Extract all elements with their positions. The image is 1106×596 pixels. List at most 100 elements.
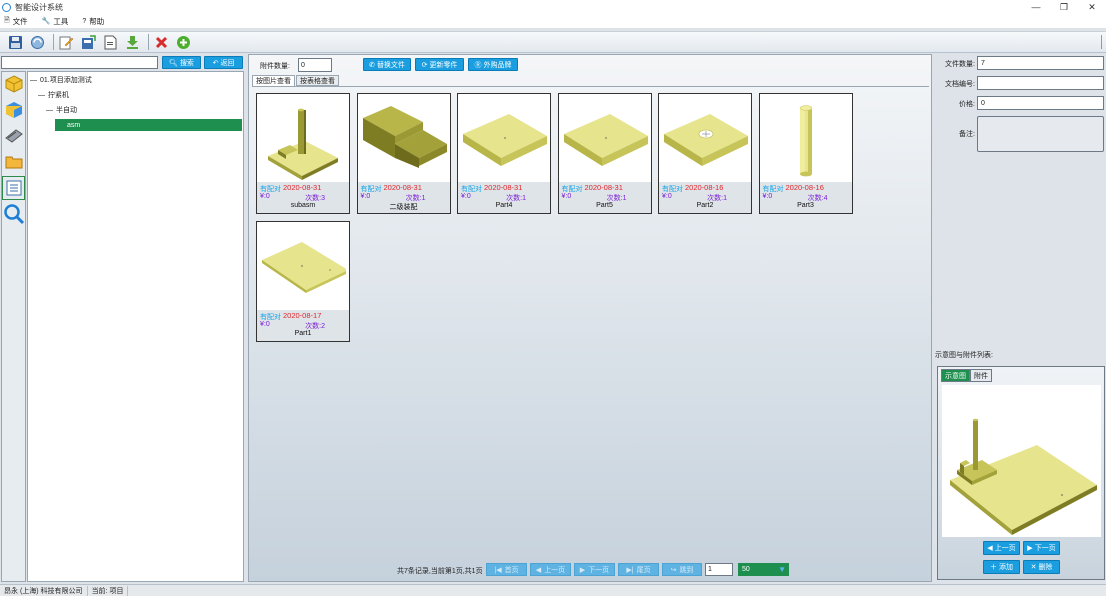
note-textarea[interactable] bbox=[977, 116, 1104, 152]
first-page-button[interactable]: |◀ 首页 bbox=[486, 563, 527, 576]
part-card[interactable]: 有配对 2020-08-31 ¥:0 次数:3 subasm bbox=[256, 93, 350, 214]
side-nav-folders[interactable] bbox=[2, 150, 25, 174]
last-page-icon: ▶| bbox=[626, 566, 634, 574]
toolbar-separator bbox=[148, 34, 149, 50]
part-name: Part4 bbox=[495, 202, 513, 209]
tree-connector: — bbox=[46, 106, 53, 114]
side-nav-list[interactable] bbox=[2, 176, 25, 200]
project-tree[interactable]: — 01.项目添加测试 — 拧紧机 — 半自动 asm bbox=[27, 71, 244, 582]
prev-page-label: 上一页 bbox=[544, 566, 566, 574]
preview-box: 示意图 附件 ◀ 上一页 ▶ 下一页 ＋添加 ✕ 删除 bbox=[937, 366, 1105, 580]
pager-info: 共7条记录,当前第1页,共1页 bbox=[397, 568, 483, 575]
close-icon: ✕ bbox=[1030, 564, 1037, 571]
delete-attachment-button[interactable]: ✕ 删除 bbox=[1023, 560, 1060, 574]
save-button[interactable] bbox=[6, 33, 24, 51]
last-page-button[interactable]: ▶| 尾页 bbox=[618, 563, 659, 576]
add-button[interactable] bbox=[174, 33, 192, 51]
goto-page-button[interactable]: ↪ 跳到 bbox=[662, 563, 702, 576]
tree-node-tightening-machine[interactable]: — 拧紧机 bbox=[38, 89, 69, 101]
side-nav-profiles[interactable] bbox=[2, 124, 25, 148]
part-meta: 有配对 2020-08-31 ¥:0 次数:1 Part5 bbox=[558, 182, 651, 213]
assembly-icon bbox=[5, 102, 22, 118]
preview-title: 示意图与附件列表: bbox=[935, 352, 993, 359]
part-thumbnail bbox=[260, 96, 346, 182]
part-card[interactable]: 有配对 2020-08-16 ¥:0 次数:1 Part2 bbox=[658, 93, 752, 214]
add-attachment-button[interactable]: ＋添加 bbox=[983, 560, 1020, 574]
part-meta: 有配对 2020-08-31 ¥:0 次数:1 Part4 bbox=[458, 182, 550, 213]
part-card[interactable]: 有配对 2020-08-17 ¥:0 次数:2 Part1 bbox=[256, 221, 350, 342]
search-button[interactable]: 🔍︎ 搜索 bbox=[162, 56, 201, 69]
side-nav-assembly[interactable] bbox=[2, 98, 25, 122]
file-count-label: 文件数量: bbox=[945, 61, 975, 68]
part-price: ¥:0 bbox=[561, 193, 572, 200]
next-page-button[interactable]: ▶ 下一页 bbox=[574, 563, 615, 576]
tab-attachments[interactable]: 附件 bbox=[970, 369, 992, 382]
page-number-input[interactable]: 1 bbox=[705, 563, 733, 576]
menu-bar: 🗎 文件 🔧 工具 ? 帮助 bbox=[0, 14, 1106, 28]
tree-node-asm[interactable]: asm bbox=[55, 119, 242, 131]
edit-icon bbox=[59, 36, 73, 49]
part-date: 2020-08-16 bbox=[785, 183, 824, 192]
back-button[interactable]: ↶ 返回 bbox=[204, 56, 243, 69]
price-label: 价格: bbox=[959, 101, 975, 108]
left-panel: 🔍︎ 搜索 ↶ 返回 — 01.项目添加测试 — 拧紧机 — 半自动 asm bbox=[0, 54, 245, 582]
menu-tools[interactable]: 🔧 工具 bbox=[42, 16, 69, 27]
part-name: Part2 bbox=[696, 202, 714, 209]
delete-button[interactable] bbox=[152, 33, 170, 51]
export-button[interactable] bbox=[79, 33, 97, 51]
file-no-input[interactable] bbox=[977, 76, 1104, 90]
file-count-input[interactable]: 7 bbox=[977, 56, 1104, 70]
part-card[interactable]: 有配对 2020-08-16 ¥:0 次数:4 Part3 bbox=[758, 93, 853, 214]
download-button[interactable] bbox=[123, 33, 141, 51]
tab-image-view[interactable]: 按图片查看 bbox=[252, 75, 295, 86]
refresh-button[interactable] bbox=[28, 33, 46, 51]
part-card[interactable]: 有配对 2020-08-31 ¥:0 次数:1 Part5 bbox=[557, 93, 652, 214]
part-thumbnail bbox=[562, 96, 648, 182]
part-card[interactable]: 有配对 2020-08-31 ¥:0 次数:1 Part4 bbox=[457, 93, 551, 214]
update-part-button[interactable]: ⟳ 更新零件 bbox=[415, 58, 464, 71]
folder-icon bbox=[5, 156, 22, 169]
side-nav-parts[interactable] bbox=[2, 72, 25, 96]
side-nav bbox=[1, 71, 26, 582]
price-input[interactable]: 0 bbox=[977, 96, 1104, 110]
edit-button[interactable] bbox=[57, 33, 75, 51]
menu-file-label: 文件 bbox=[12, 16, 28, 26]
file-no-label: 文档编号: bbox=[945, 81, 975, 88]
new-file-button[interactable] bbox=[101, 33, 119, 51]
tab-schematic[interactable]: 示意图 bbox=[941, 369, 970, 382]
part-date: 2020-08-17 bbox=[283, 311, 322, 320]
toolbar-grip bbox=[1101, 35, 1104, 49]
status-company: 昂永 (上海) 科技有限公司 bbox=[0, 585, 88, 596]
purchase-brand-button[interactable]: Ⓡ 外购品牌 bbox=[468, 58, 518, 71]
tree-connector: — bbox=[30, 76, 37, 84]
help-icon: ? bbox=[82, 17, 87, 25]
preview-prev-button[interactable]: ◀ 上一页 bbox=[983, 541, 1020, 555]
next-page-label: 下一页 bbox=[588, 566, 610, 574]
first-page-icon: |◀ bbox=[494, 566, 502, 574]
part-meta: 有配对 2020-08-31 ¥:0 次数:1 二级装配 bbox=[357, 182, 450, 213]
attachment-count-input[interactable]: 0 bbox=[298, 58, 332, 72]
menu-file[interactable]: 🗎 文件 bbox=[4, 16, 28, 27]
part-date: 2020-08-31 bbox=[584, 183, 623, 192]
minimize-button[interactable]: — bbox=[1022, 0, 1050, 14]
search-icon: 🔍︎ bbox=[169, 59, 178, 67]
part-card[interactable]: 有配对 2020-08-31 ¥:0 次数:1 二级装配 bbox=[356, 93, 451, 214]
replace-file-label: 替换文件 bbox=[376, 61, 405, 69]
back-button-label: 返回 bbox=[220, 59, 235, 67]
search-input[interactable] bbox=[1, 56, 158, 69]
side-nav-search[interactable] bbox=[2, 202, 25, 226]
preview-next-button[interactable]: ▶ 下一页 bbox=[1023, 541, 1060, 555]
replace-file-button[interactable]: ✆ 替换文件 bbox=[363, 58, 411, 71]
toolbar bbox=[0, 31, 1106, 53]
page-size-select[interactable]: 50 ▼ bbox=[738, 563, 789, 576]
menu-help[interactable]: ? 帮助 bbox=[82, 16, 104, 27]
close-button[interactable]: ✕ bbox=[1078, 0, 1106, 14]
part-name: subasm bbox=[290, 202, 316, 209]
page-size-value: 50 bbox=[742, 566, 750, 573]
tree-node-semi-auto[interactable]: — 半自动 bbox=[46, 104, 77, 116]
prev-page-button[interactable]: ◀ 上一页 bbox=[530, 563, 571, 576]
tree-node-project[interactable]: — 01.项目添加测试 bbox=[30, 74, 92, 86]
tab-table-view[interactable]: 按表格查看 bbox=[296, 75, 339, 86]
goto-label: 跳到 bbox=[679, 566, 694, 574]
maximize-button[interactable]: ❐ bbox=[1050, 0, 1078, 14]
